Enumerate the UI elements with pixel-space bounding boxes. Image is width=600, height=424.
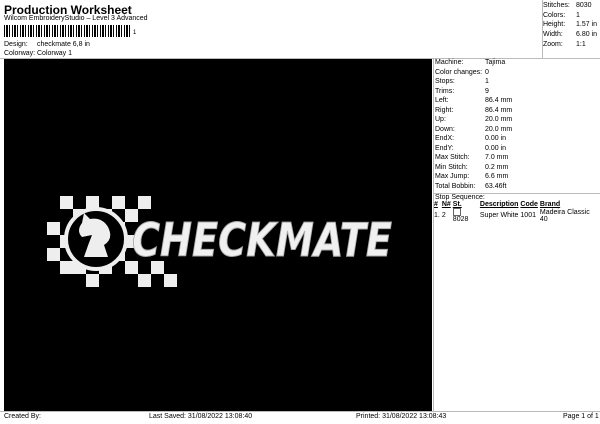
- design-lettering: CHECKMATE: [132, 213, 392, 267]
- summary-row: Stitches: 8030: [543, 2, 592, 9]
- property-row: Down: 20.0 mm: [435, 125, 513, 133]
- summary-row: Zoom: 1:1: [543, 40, 586, 48]
- property-row: Max Jump: 6.6 mm: [435, 173, 509, 180]
- col-code: Code: [520, 201, 538, 208]
- col-stitches: St.: [452, 201, 462, 208]
- property-row: Right: 86.4 mm: [435, 106, 513, 114]
- design-row: Design: checkmate 6,8 in: [4, 41, 90, 48]
- property-row: EndX: 0.00 in: [435, 135, 507, 142]
- table-row: 1. 2 8028 Super White 1001 Madeira Class…: [434, 208, 590, 223]
- panel-divider: [433, 59, 434, 411]
- property-row: Left: 86.4 mm: [435, 97, 513, 104]
- property-row: Color changes: 0: [435, 68, 489, 76]
- printed-date: Printed: 31/08/2022 13:08:43: [356, 413, 447, 420]
- summary-panel: Stitches: 8030 Colors: 1 Height: 1.57 in Wi…: [543, 2, 597, 50]
- table-header-row: # N# St. Description Code Brand: [434, 201, 600, 208]
- col-brand: Brand: [539, 201, 561, 208]
- property-row: Max Stitch: 7.0 mm: [435, 154, 509, 161]
- barcode-number: 1: [133, 30, 137, 36]
- created-by: Created By:: [4, 413, 41, 420]
- col-description: Description: [479, 201, 519, 208]
- property-row: Min Stitch: 0.2 mm: [435, 163, 509, 171]
- colorway-label: Colorway:: [4, 50, 36, 57]
- property-row: Up: 20.0 mm: [435, 116, 513, 123]
- stop-sequence-title: Stop Sequence:: [435, 194, 485, 201]
- design-preview: CHECKMATE: [4, 59, 432, 411]
- summary-row: Height: 1.57 in: [543, 21, 598, 29]
- design-label: Design:: [4, 41, 28, 48]
- software-subtitle: Wilcom EmbroideryStudio – Level 3 Advanc…: [4, 15, 148, 22]
- stop-sequence-table: # N# St. Description Code Brand 1. 2 802…: [434, 201, 600, 223]
- design-value: checkmate 6,8 in: [37, 41, 90, 48]
- property-row: Machine: Tajima: [435, 59, 506, 66]
- page-number: Page 1 of 1: [563, 413, 599, 420]
- embroidery-design: CHECKMATE: [47, 196, 393, 287]
- properties-panel: Machine: Tajima Color changes: 0 Stops: 1 T…: [434, 59, 600, 411]
- property-row: EndY: 0.00 in: [435, 144, 507, 152]
- summary-row: Colors: 1: [543, 11, 580, 19]
- col-needle: N#: [441, 201, 451, 208]
- summary-row: Width: 6.80 in: [543, 31, 598, 39]
- colorway-row: Colorway: Colorway 1: [4, 50, 72, 57]
- col-num: #: [434, 201, 438, 208]
- last-saved: Last Saved: 31/08/2022 13:08:40: [149, 413, 253, 420]
- property-row: Total Bobbin: 63.46ft: [435, 182, 507, 190]
- machine-properties: Machine: Tajima Color changes: 0 Stops: 1 T…: [434, 59, 600, 192]
- property-row: Trims: 9: [435, 87, 489, 95]
- footer: Created By: Last Saved: 31/08/2022 13:08…: [0, 411, 600, 424]
- property-row: Stops: 1: [435, 78, 489, 85]
- color-swatch: [452, 208, 461, 216]
- barcode: [4, 25, 132, 37]
- colorway-value: Colorway 1: [37, 50, 73, 57]
